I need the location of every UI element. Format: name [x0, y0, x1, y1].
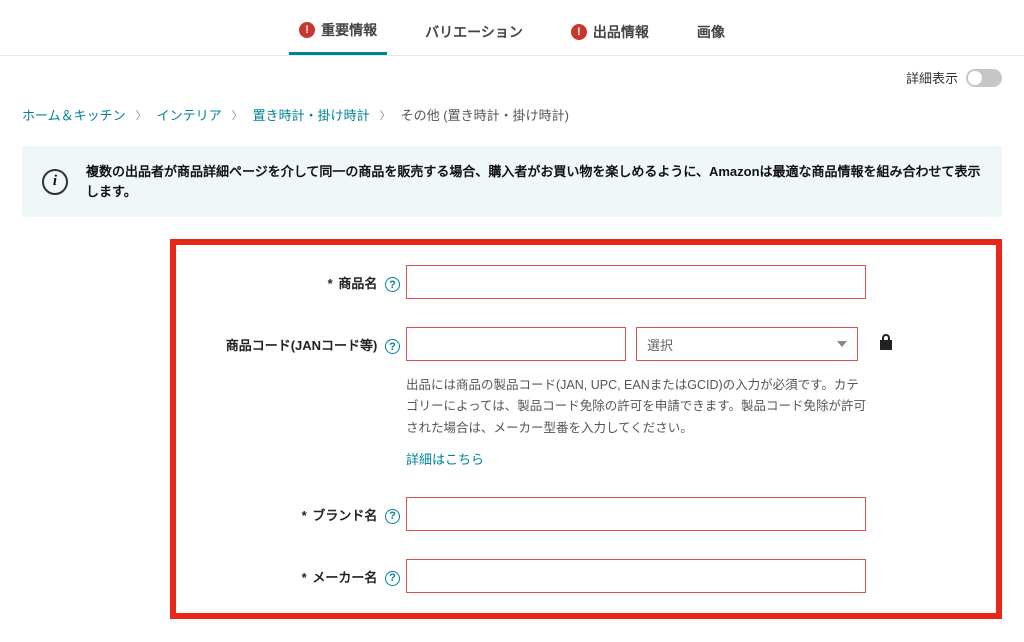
form-row-product-name: * 商品名 ?	[186, 265, 966, 299]
chevron-down-icon	[837, 341, 847, 347]
detail-toggle-label: 詳細表示	[906, 68, 958, 87]
maker-name-input[interactable]	[406, 559, 866, 593]
form-row-maker-name: * メーカー名 ?	[186, 559, 966, 593]
tab-label: 出品情報	[593, 22, 649, 42]
breadcrumb-link[interactable]: 置き時計・掛け時計	[253, 105, 370, 124]
help-icon[interactable]: ?	[385, 277, 400, 292]
chevron-right-icon: 〉	[136, 107, 147, 123]
tab-label: バリエーション	[425, 22, 523, 42]
detail-toggle-switch[interactable]	[966, 69, 1002, 87]
tab-label: 画像	[697, 22, 725, 42]
select-placeholder: 選択	[647, 335, 673, 354]
tab-variation[interactable]: バリエーション	[415, 14, 533, 54]
required-marker: *	[302, 570, 307, 585]
help-icon[interactable]: ?	[385, 571, 400, 586]
brand-name-input[interactable]	[406, 497, 866, 531]
breadcrumb-link[interactable]: ホーム＆キッチン	[22, 105, 126, 124]
label-product-code: 商品コード(JANコード等) ?	[186, 327, 406, 354]
chevron-right-icon: 〉	[232, 107, 243, 123]
form-highlight-area: * 商品名 ? 商品コード(JANコード等) ? 選択 出品には	[170, 239, 1002, 619]
tab-important-info[interactable]: ! 重要情報	[289, 12, 387, 55]
form-row-product-code: 商品コード(JANコード等) ? 選択 出品には商品の製品コード(JAN, UP…	[186, 327, 966, 469]
breadcrumb-link[interactable]: インテリア	[157, 105, 222, 124]
chevron-right-icon: 〉	[380, 107, 391, 123]
breadcrumb: ホーム＆キッチン 〉 インテリア 〉 置き時計・掛け時計 〉 その他 (置き時計…	[0, 93, 1024, 136]
label-maker-name: * メーカー名 ?	[186, 559, 406, 586]
help-icon[interactable]: ?	[385, 339, 400, 354]
product-code-hint: 出品には商品の製品コード(JAN, UPC, EANまたはGCID)の入力が必須…	[406, 375, 866, 439]
tab-images[interactable]: 画像	[687, 14, 735, 54]
alert-icon: !	[571, 24, 587, 40]
info-icon: i	[42, 169, 68, 195]
help-icon[interactable]: ?	[385, 509, 400, 524]
tab-listing-info[interactable]: ! 出品情報	[561, 14, 659, 54]
form-row-brand-name: * ブランド名 ?	[186, 497, 966, 531]
info-banner: i 複数の出品者が商品詳細ページを介して同一の商品を販売する場合、購入者がお買い…	[22, 146, 1002, 217]
detail-toggle-row: 詳細表示	[0, 56, 1024, 93]
product-code-more-link[interactable]: 詳細はこちら	[406, 449, 484, 468]
product-code-type-select[interactable]: 選択	[636, 327, 858, 361]
product-name-input[interactable]	[406, 265, 866, 299]
required-marker: *	[328, 276, 333, 291]
breadcrumb-current: その他 (置き時計・掛け時計)	[401, 105, 569, 124]
required-marker: *	[302, 508, 307, 523]
info-text: 複数の出品者が商品詳細ページを介して同一の商品を販売する場合、購入者がお買い物を…	[86, 162, 982, 201]
tabs-bar: ! 重要情報 バリエーション ! 出品情報 画像	[0, 0, 1024, 56]
alert-icon: !	[299, 22, 315, 38]
label-product-name: * 商品名 ?	[186, 265, 406, 292]
lock-icon	[878, 333, 894, 356]
tab-label: 重要情報	[321, 20, 377, 40]
product-code-input[interactable]	[406, 327, 626, 361]
label-brand-name: * ブランド名 ?	[186, 497, 406, 524]
